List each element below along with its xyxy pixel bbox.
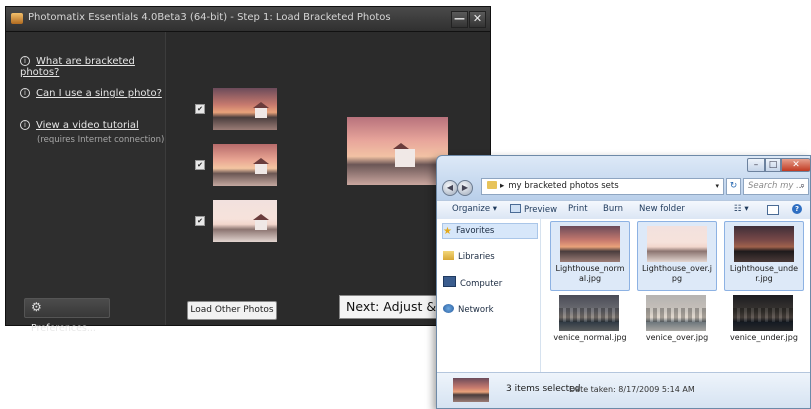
image-thumbnail	[560, 226, 620, 262]
explorer-title-bar: – □ ✕ ◀ ▶ ▸ my bracketed photos sets ▾ ↻ …	[437, 156, 811, 200]
help-item-single: i Can I use a single photo?	[20, 88, 162, 99]
file-name: Lighthouse_over.jpg	[642, 264, 712, 283]
explorer-window: – □ ✕ ◀ ▶ ▸ my bracketed photos sets ▾ ↻ …	[436, 155, 811, 409]
close-button[interactable]: ✕	[781, 158, 811, 172]
file-list: Lighthouse_normal.jpg Lighthouse_over.jp…	[541, 219, 810, 373]
nav-item-libraries[interactable]: Libraries	[443, 250, 537, 264]
new-folder-button[interactable]: New folder	[639, 204, 685, 214]
gear-icon: ⚙	[31, 300, 42, 314]
nav-label: Network	[458, 305, 494, 315]
help-sidebar: i What are bracketed photos? i Can I use a…	[6, 32, 166, 334]
preview-label: Preview	[524, 205, 558, 215]
maximize-button[interactable]: □	[765, 158, 781, 172]
details-pane: 3 items selected Date taken: 8/17/2009 5…	[437, 372, 810, 408]
close-button[interactable]: ✕	[469, 11, 486, 28]
network-icon	[443, 304, 454, 313]
photo-thumbnail-1[interactable]	[213, 88, 277, 130]
preview-button[interactable]: Preview	[510, 204, 557, 215]
print-button[interactable]: Print	[568, 204, 588, 214]
nav-label: Computer	[460, 279, 503, 289]
info-icon: i	[20, 88, 30, 98]
info-icon: i	[20, 120, 30, 130]
preview-pane-icon[interactable]	[767, 205, 779, 215]
image-thumbnail	[733, 295, 793, 331]
nav-label: Favorites	[455, 226, 495, 236]
file-name: venice_normal.jpg	[553, 333, 627, 342]
preferences-button[interactable]: ⚙ Preferences...	[24, 298, 110, 334]
organize-button[interactable]: Organize ▾	[452, 204, 497, 214]
photomatix-window: Photomatix Essentials 4.0Beta3 (64-bit) …	[5, 6, 491, 334]
folder-icon	[487, 181, 497, 189]
title-bar: Photomatix Essentials 4.0Beta3 (64-bit) …	[6, 7, 490, 32]
link-single-photo[interactable]: Can I use a single photo?	[36, 88, 162, 99]
info-icon: i	[20, 56, 30, 66]
file-name: venice_under.jpg	[730, 333, 798, 342]
file-item[interactable]: Lighthouse_over.jpg	[637, 221, 717, 291]
star-icon: ★	[443, 226, 452, 237]
nav-item-network[interactable]: Network	[443, 303, 537, 317]
computer-icon	[443, 276, 456, 287]
address-bar[interactable]: ▸ my bracketed photos sets ▾	[481, 178, 724, 195]
photo-thumbnail-2[interactable]	[213, 144, 277, 186]
nav-item-computer[interactable]: Computer	[443, 276, 537, 290]
libraries-icon	[443, 251, 454, 260]
navigation-pane: ★ Favorites Libraries Computer Network	[437, 219, 541, 373]
file-name: Lighthouse_under.jpg	[729, 264, 799, 283]
file-item[interactable]: Lighthouse_under.jpg	[724, 221, 804, 291]
file-name: Lighthouse_normal.jpg	[555, 264, 625, 283]
file-item[interactable]: venice_normal.jpg	[550, 291, 630, 361]
load-other-photos-button[interactable]: Load Other Photos	[187, 301, 277, 320]
preview-icon	[510, 204, 521, 213]
search-icon[interactable]: ⌕	[800, 179, 805, 194]
photo-thumbnail-3[interactable]	[213, 200, 277, 242]
image-thumbnail	[646, 295, 706, 331]
selection-thumbnail	[453, 378, 489, 402]
date-taken: Date taken: 8/17/2009 5:14 AM	[569, 385, 695, 394]
lighthouse-image	[393, 143, 415, 167]
app-icon	[11, 13, 23, 24]
image-thumbnail	[734, 226, 794, 262]
back-button[interactable]: ◀	[442, 180, 458, 196]
file-name: venice_over.jpg	[645, 333, 709, 342]
burn-button[interactable]: Burn	[603, 204, 623, 214]
help-icon[interactable]: ?	[792, 204, 802, 214]
preview-image	[347, 117, 448, 185]
lighthouse-image	[253, 214, 269, 230]
file-item[interactable]: venice_over.jpg	[637, 291, 717, 361]
chevron-down-icon[interactable]: ▾	[715, 179, 719, 194]
minimize-button[interactable]: —	[451, 11, 468, 28]
search-input[interactable]: Search my ... ⌕	[743, 178, 809, 195]
search-placeholder: Search my ...	[748, 181, 805, 191]
photo-checkbox-1[interactable]: ✔	[195, 104, 205, 114]
address-path: my bracketed photos sets	[508, 181, 619, 191]
command-toolbar: Organize ▾ Preview Print Burn New folder…	[437, 200, 810, 220]
preferences-label: Preferences...	[31, 323, 96, 334]
video-tutorial-note: (requires Internet connection)	[37, 135, 165, 145]
link-video-tutorial[interactable]: View a video tutorial	[36, 120, 139, 131]
nav-label: Libraries	[458, 252, 495, 262]
window-title: Photomatix Essentials 4.0Beta3 (64-bit) …	[28, 12, 391, 23]
minimize-button[interactable]: –	[747, 158, 765, 172]
link-bracketed-photos[interactable]: What are bracketed photos?	[20, 56, 135, 78]
file-item[interactable]: venice_under.jpg	[724, 291, 804, 361]
image-thumbnail	[647, 226, 707, 262]
file-item[interactable]: Lighthouse_normal.jpg	[550, 221, 630, 291]
help-item-bracketed: i What are bracketed photos?	[20, 56, 165, 78]
nav-item-favorites[interactable]: ★ Favorites	[442, 223, 538, 239]
photo-checkbox-2[interactable]: ✔	[195, 160, 205, 170]
lighthouse-image	[253, 158, 269, 174]
refresh-button[interactable]: ↻	[726, 178, 741, 195]
photo-checkbox-3[interactable]: ✔	[195, 216, 205, 226]
forward-button[interactable]: ▶	[457, 180, 473, 196]
help-item-video: i View a video tutorial (requires Interne…	[20, 120, 164, 145]
lighthouse-image	[253, 102, 269, 118]
breadcrumb-separator: ▸	[500, 181, 505, 191]
image-thumbnail	[559, 295, 619, 331]
views-button[interactable]: ☷ ▾	[734, 204, 749, 214]
